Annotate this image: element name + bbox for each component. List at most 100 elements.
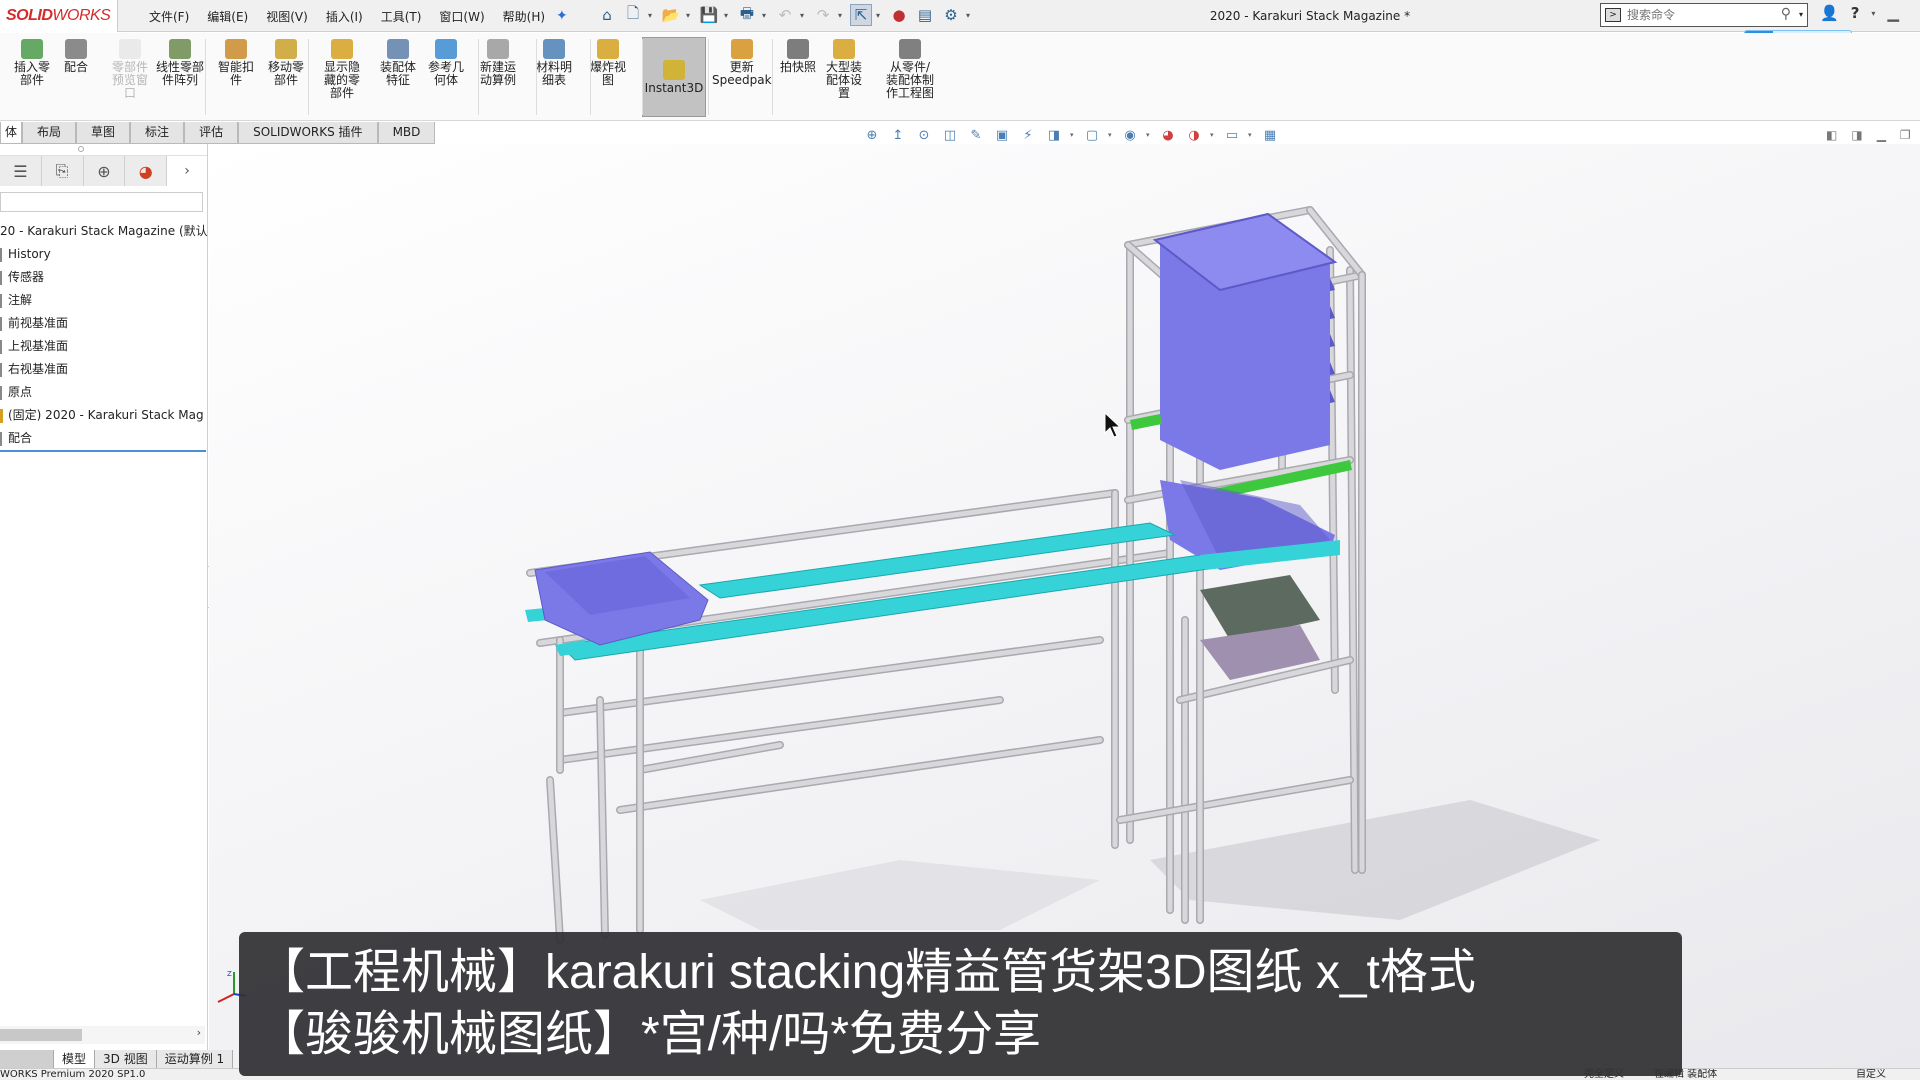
redo-icon[interactable]: ↷ — [812, 4, 834, 26]
tab-navigation-arrows[interactable] — [0, 1050, 54, 1068]
pin-icon[interactable]: ✦ — [556, 8, 568, 24]
menu-item[interactable]: 窗口(W) — [430, 8, 493, 25]
minimize-icon[interactable]: ▁ — [1887, 4, 1899, 22]
menu-item[interactable]: 视图(V) — [257, 8, 317, 25]
edit-appearance-icon[interactable]: ▢ — [1082, 126, 1102, 144]
ribbon-button-smart-fasteners[interactable]: 智能扣 件 — [218, 39, 254, 87]
previous-view-icon[interactable]: ⊙ — [914, 126, 934, 144]
tree-node[interactable]: 上视基准面 — [0, 335, 207, 358]
tree-node[interactable]: 原点 — [0, 381, 207, 404]
ribbon-button-linear-pattern[interactable]: 线性零部 件阵列 — [156, 39, 204, 87]
chevron-down-icon[interactable]: ▾ — [1070, 131, 1076, 139]
scrollbar-thumb[interactable] — [0, 1029, 82, 1041]
bottom-tab-0[interactable]: 模型 — [54, 1050, 96, 1068]
minimize-viewport-icon[interactable]: ▁ — [1877, 128, 1886, 142]
help-icon[interactable]: ? — [1851, 4, 1860, 22]
splitter-handle-icon[interactable] — [78, 146, 84, 152]
feature-filter-input[interactable] — [0, 192, 203, 212]
view-orientation-icon[interactable]: ▣ — [992, 126, 1012, 144]
ribbon-button-insert-component[interactable]: 插入零 部件 — [14, 39, 50, 87]
tab-5[interactable]: SOLIDWORKS 插件 — [238, 122, 378, 144]
select-arrow-icon[interactable]: ⇱ — [850, 4, 872, 26]
tree-node[interactable]: 注解 — [0, 289, 207, 312]
chevron-down-icon[interactable]: ▾ — [1210, 131, 1216, 139]
new-document-icon[interactable]: 🗋 — [622, 4, 644, 26]
ribbon-button-instant3d[interactable]: Instant3D — [642, 37, 706, 117]
home-icon[interactable]: ⌂ — [596, 4, 618, 26]
ribbon-button-bom[interactable]: 材料明 细表 — [536, 39, 572, 87]
ribbon-button-exploded-view[interactable]: 爆炸视 图 — [590, 39, 626, 87]
ribbon-button-mate[interactable]: 配合 — [64, 39, 88, 74]
open-folder-icon[interactable]: 📂 — [660, 4, 682, 26]
tree-node[interactable]: 前视基准面 — [0, 312, 207, 335]
search-commands-box[interactable]: > ⚲ ▾ — [1600, 3, 1808, 27]
menu-item[interactable]: 工具(T) — [372, 8, 431, 25]
zoom-to-fit-icon[interactable]: ⊕ — [862, 126, 882, 144]
rebuild-icon[interactable]: ● — [888, 4, 910, 26]
chevron-down-icon[interactable]: ▾ — [762, 11, 770, 20]
tab-2[interactable]: 草图 — [76, 122, 131, 144]
monitor-icon[interactable]: ▭ — [1222, 126, 1242, 144]
chevron-down-icon[interactable]: ▾ — [966, 11, 974, 20]
display-style-icon[interactable]: ⚡ — [1018, 126, 1038, 144]
tree-node[interactable]: History — [0, 243, 207, 266]
search-icon[interactable]: ⚲ — [1781, 6, 1791, 22]
ribbon-button-speedpak[interactable]: 更新 Speedpak — [712, 39, 772, 87]
status-units[interactable]: 自定义 — [1856, 1069, 1886, 1080]
tab-3[interactable]: 标注 — [130, 122, 185, 144]
chevron-down-icon[interactable]: ▾ — [686, 11, 694, 20]
save-icon[interactable]: 💾 — [698, 4, 720, 26]
ribbon-button-make-drawing[interactable]: 从零件/ 装配体制 作工程图 — [886, 39, 934, 100]
ribbon-button-new-motion-study[interactable]: 新建运 动算例 — [480, 39, 516, 87]
search-input[interactable] — [1627, 8, 1767, 22]
tab-6[interactable]: MBD — [377, 122, 436, 144]
apply-scene-icon[interactable]: ◉ — [1120, 126, 1140, 144]
graphics-viewport[interactable] — [209, 144, 1920, 1068]
chevron-down-icon[interactable]: ▾ — [1799, 10, 1803, 19]
tree-node[interactable]: (固定) 2020 - Karakuri Stack Mag — [0, 404, 207, 427]
section-view-icon[interactable]: ◫ — [940, 126, 960, 144]
panel-splitter[interactable] — [0, 144, 207, 156]
tree-node[interactable]: 右视基准面 — [0, 358, 207, 381]
chevron-down-icon[interactable]: ▾ — [800, 11, 808, 20]
restore-viewport-icon[interactable]: ❐ — [1900, 128, 1911, 142]
ribbon-button-move-component[interactable]: 移动零 部件 — [268, 39, 304, 87]
panel-tabs-more-icon[interactable]: › — [167, 156, 207, 186]
ribbon-button-assembly-features[interactable]: 装配体 特征 — [380, 39, 416, 87]
ribbon-button-reference-geometry[interactable]: 参考几 何体 — [428, 39, 464, 87]
solidworks-logo[interactable]: SOLID WORKS — [0, 0, 118, 32]
options-gear-icon[interactable]: ⚙ — [940, 4, 962, 26]
chevron-down-icon[interactable]: ▾ — [1248, 131, 1254, 139]
menu-item[interactable]: 文件(F) — [140, 8, 198, 25]
ribbon-button-component-preview[interactable]: 零部件 预览窗 口 — [112, 39, 148, 100]
configuration-manager-icon[interactable]: ⊕ — [83, 156, 126, 186]
realview-icon[interactable]: ◑ — [1184, 126, 1204, 144]
print-icon[interactable]: 🖶 — [736, 4, 758, 26]
panel-horizontal-scrollbar[interactable]: › — [0, 1026, 205, 1044]
ribbon-button-show-hidden[interactable]: 显示隐 藏的零 部件 — [324, 39, 360, 100]
tree-node[interactable]: 20 - Karakuri Stack Magazine (默认 — [0, 220, 207, 243]
chevron-down-icon[interactable]: ▾ — [1108, 131, 1114, 139]
chevron-down-icon[interactable]: ▾ — [724, 11, 732, 20]
tile-left-icon[interactable]: ◧ — [1826, 128, 1837, 142]
chevron-down-icon[interactable]: ▾ — [1146, 131, 1152, 139]
chevron-down-icon[interactable]: ▾ — [1871, 9, 1875, 18]
ribbon-button-snapshot-camera[interactable]: 拍快照 — [780, 39, 816, 74]
tree-node[interactable]: 传感器 — [0, 266, 207, 289]
scroll-right-icon[interactable]: › — [197, 1026, 201, 1039]
feature-tree-icon[interactable]: ☰ — [0, 156, 42, 186]
user-account-icon[interactable]: 👤 — [1820, 4, 1839, 22]
menu-item[interactable]: 编辑(E) — [198, 8, 257, 25]
bottom-tab-1[interactable]: 3D 视图 — [95, 1050, 157, 1068]
undo-icon[interactable]: ↶ — [774, 4, 796, 26]
render-tools-icon[interactable]: ▦ — [1260, 126, 1280, 144]
tab-0[interactable]: 体 — [0, 122, 23, 144]
menu-item[interactable]: 插入(I) — [317, 8, 372, 25]
chevron-down-icon[interactable]: ▾ — [838, 11, 846, 20]
tab-4[interactable]: 评估 — [184, 122, 239, 144]
chevron-down-icon[interactable]: ▾ — [876, 11, 884, 20]
hide-show-items-icon[interactable]: ◨ — [1044, 126, 1064, 144]
property-manager-icon[interactable]: ⎘ — [41, 156, 84, 186]
dynamic-annotation-icon[interactable]: ✎ — [966, 126, 986, 144]
ribbon-button-large-assembly[interactable]: 大型装 配体设 置 — [826, 39, 862, 100]
